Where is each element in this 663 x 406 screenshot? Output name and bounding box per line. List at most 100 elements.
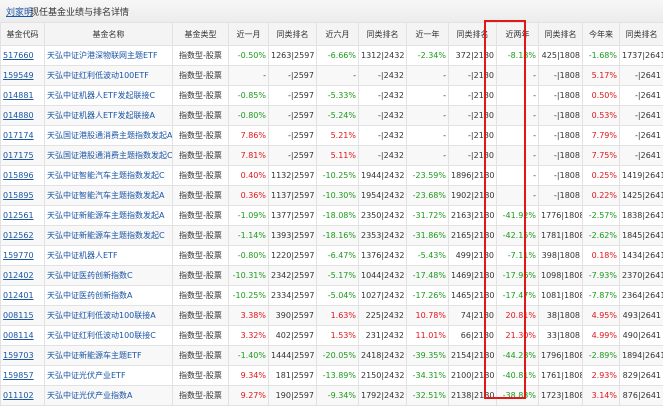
rank-cell: -|2597 xyxy=(269,66,317,86)
fund-code-link[interactable]: 014881 xyxy=(3,91,34,100)
rank-cell: -|2180 xyxy=(449,146,497,166)
fund-code-link[interactable]: 159549 xyxy=(3,71,34,80)
fund-name-cell[interactable]: 天弘中证医药创新指数A xyxy=(45,286,173,306)
fund-name-cell[interactable]: 天弘中证沪港深物联网主题ETF xyxy=(45,46,173,66)
return-cell: -39.35% xyxy=(407,346,449,366)
fund-code-cell[interactable]: 017175 xyxy=(1,146,45,166)
fund-name-cell[interactable]: 天弘中证智能汽车主题指数发起C xyxy=(45,166,173,186)
fund-code-link[interactable]: 012401 xyxy=(3,291,34,300)
col-header-code[interactable]: 基金代码 xyxy=(1,23,45,46)
fund-name-cell[interactable]: 天弘中证光伏产业指数A xyxy=(45,386,173,406)
fund-code-cell[interactable]: 012402 xyxy=(1,266,45,286)
return-cell: - xyxy=(497,186,539,206)
fund-code-link[interactable]: 012562 xyxy=(3,231,34,240)
fund-code-cell[interactable]: 159770 xyxy=(1,246,45,266)
return-cell: 0.53% xyxy=(583,106,620,126)
fund-code-cell[interactable]: 008115 xyxy=(1,306,45,326)
fund-code-cell[interactable]: 159857 xyxy=(1,366,45,386)
fund-name-link[interactable]: 天弘国证港股通消费主题指数发起C xyxy=(47,151,173,160)
fund-code-cell[interactable]: 012561 xyxy=(1,206,45,226)
fund-name-link[interactable]: 天弘中证医药创新指数A xyxy=(47,291,132,300)
fund-name-cell[interactable]: 天弘中证红利低波动100联接C xyxy=(45,326,173,346)
fund-name-link[interactable]: 天弘中证机器人ETF发起联接A xyxy=(47,111,155,120)
fund-code-link[interactable]: 017174 xyxy=(3,131,34,140)
fund-code-cell[interactable]: 014880 xyxy=(1,106,45,126)
fund-name-cell[interactable]: 天弘国证港股通消费主题指数发起A xyxy=(45,126,173,146)
fund-code-link[interactable]: 012561 xyxy=(3,211,34,220)
fund-code-cell[interactable]: 012401 xyxy=(1,286,45,306)
fund-code-link[interactable]: 159770 xyxy=(3,251,34,260)
col-header-6m[interactable]: 近六月 xyxy=(317,23,359,46)
return-cell: -5.33% xyxy=(317,86,359,106)
fund-code-cell[interactable]: 159549 xyxy=(1,66,45,86)
fund-name-link[interactable]: 天弘中证机器人ETF xyxy=(47,251,118,260)
fund-name-cell[interactable]: 天弘中证智能汽车主题指数发起A xyxy=(45,186,173,206)
col-header-ytd[interactable]: 今年来 xyxy=(583,23,620,46)
fund-name-cell[interactable]: 天弘中证医药创新指数C xyxy=(45,266,173,286)
fund-code-link[interactable]: 015895 xyxy=(3,191,34,200)
col-header-2y-rank[interactable]: 同类排名 xyxy=(539,23,583,46)
col-header-6m-rank[interactable]: 同类排名 xyxy=(359,23,407,46)
return-cell: -1.09% xyxy=(229,206,269,226)
fund-name-link[interactable]: 天弘中证机器人ETF发起联接C xyxy=(47,91,155,100)
fund-name-link[interactable]: 天弘中证光伏产业ETF xyxy=(47,371,126,380)
fund-name-link[interactable]: 天弘中证新能源车主题指数发起C xyxy=(47,231,165,240)
fund-code-cell[interactable]: 517660 xyxy=(1,46,45,66)
fund-name-link[interactable]: 天弘中证智能汽车主题指数发起A xyxy=(47,191,164,200)
col-header-1m-rank[interactable]: 同类排名 xyxy=(269,23,317,46)
fund-type-cell: 指数型-股票 xyxy=(173,166,229,186)
fund-code-cell[interactable]: 011102 xyxy=(1,386,45,406)
return-cell: -18.16% xyxy=(317,226,359,246)
fund-code-cell[interactable]: 014881 xyxy=(1,86,45,106)
fund-code-link[interactable]: 017175 xyxy=(3,151,34,160)
col-header-type[interactable]: 基金类型 xyxy=(173,23,229,46)
fund-code-link[interactable]: 015896 xyxy=(3,171,34,180)
col-header-1m[interactable]: 近一月 xyxy=(229,23,269,46)
fund-name-link[interactable]: 天弘中证沪港深物联网主题ETF xyxy=(47,51,158,60)
fund-name-link[interactable]: 天弘中证红利低波动100联接C xyxy=(47,331,156,340)
fund-code-link[interactable]: 012402 xyxy=(3,271,34,280)
fund-name-link[interactable]: 天弘中证医药创新指数C xyxy=(47,271,133,280)
fund-code-cell[interactable]: 015895 xyxy=(1,186,45,206)
fund-code-link[interactable]: 014880 xyxy=(3,111,34,120)
fund-name-link[interactable]: 天弘中证光伏产业指数A xyxy=(47,391,132,400)
manager-name-link[interactable]: 刘家明 xyxy=(6,5,33,18)
fund-code-link[interactable]: 517660 xyxy=(3,51,34,60)
fund-name-link[interactable]: 天弘中证智能汽车主题指数发起C xyxy=(47,171,165,180)
fund-code-link[interactable]: 008114 xyxy=(3,331,34,340)
col-header-1y-rank[interactable]: 同类排名 xyxy=(449,23,497,46)
fund-name-cell[interactable]: 天弘中证红利低波动100联接A xyxy=(45,306,173,326)
fund-name-cell[interactable]: 天弘国证港股通消费主题指数发起C xyxy=(45,146,173,166)
fund-name-link[interactable]: 天弘国证港股通消费主题指数发起A xyxy=(47,131,172,140)
fund-name-link[interactable]: 天弘中证红利低波动100联接A xyxy=(47,311,156,320)
fund-name-cell[interactable]: 天弘中证新能源车主题指数发起C xyxy=(45,226,173,246)
fund-code-link[interactable]: 011102 xyxy=(3,391,34,400)
fund-code-cell[interactable]: 015896 xyxy=(1,166,45,186)
fund-code-cell[interactable]: 159703 xyxy=(1,346,45,366)
fund-name-cell[interactable]: 天弘中证光伏产业ETF xyxy=(45,366,173,386)
col-header-1y[interactable]: 近一年 xyxy=(407,23,449,46)
fund-code-cell[interactable]: 017174 xyxy=(1,126,45,146)
fund-type-cell: 指数型-股票 xyxy=(173,326,229,346)
col-header-2y[interactable]: 近两年 xyxy=(497,23,539,46)
fund-name-cell[interactable]: 天弘中证机器人ETF xyxy=(45,246,173,266)
fund-code-link[interactable]: 008115 xyxy=(3,311,34,320)
fund-name-cell[interactable]: 天弘中证新能源车主题ETF xyxy=(45,346,173,366)
fund-name-link[interactable]: 天弘中证新能源车主题ETF xyxy=(47,351,142,360)
fund-code-cell[interactable]: 012562 xyxy=(1,226,45,246)
table-row: 017175天弘国证港股通消费主题指数发起C指数型-股票7.81%-|25975… xyxy=(1,146,663,166)
fund-type-cell: 指数型-股票 xyxy=(173,146,229,166)
fund-name-link[interactable]: 天弘中证红利低波动100ETF xyxy=(47,71,149,80)
fund-name-cell[interactable]: 天弘中证机器人ETF发起联接A xyxy=(45,106,173,126)
fund-name-cell[interactable]: 天弘中证新能源车主题指数发起A xyxy=(45,206,173,226)
col-header-ytd-rank[interactable]: 同类排名 xyxy=(620,23,663,46)
fund-name-cell[interactable]: 天弘中证机器人ETF发起联接C xyxy=(45,86,173,106)
return-cell: 0.40% xyxy=(229,166,269,186)
fund-code-link[interactable]: 159857 xyxy=(3,371,34,380)
rank-cell: 425|1808 xyxy=(539,46,583,66)
col-header-name[interactable]: 基金名称 xyxy=(45,23,173,46)
fund-code-link[interactable]: 159703 xyxy=(3,351,34,360)
fund-name-cell[interactable]: 天弘中证红利低波动100ETF xyxy=(45,66,173,86)
fund-name-link[interactable]: 天弘中证新能源车主题指数发起A xyxy=(47,211,164,220)
fund-code-cell[interactable]: 008114 xyxy=(1,326,45,346)
